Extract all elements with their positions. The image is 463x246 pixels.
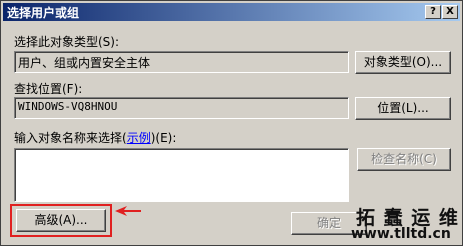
highlight-box — [10, 204, 112, 237]
location-value: WINDOWS-VQ8HNOU — [18, 100, 118, 113]
object-names-label-prefix: 输入对象名称来选择( — [14, 131, 127, 145]
check-names-button[interactable]: 检查名称(C) — [357, 148, 451, 171]
object-names-label-suffix: )(E): — [150, 131, 177, 145]
help-button[interactable]: ? — [425, 5, 441, 19]
object-types-label: 选择此对象类型(S): — [14, 35, 120, 49]
object-types-button[interactable]: 对象类型(O)... — [355, 51, 451, 74]
watermark-url: www.tlltd.cn — [351, 226, 451, 242]
object-types-field: 用户、组或内置安全主体 — [14, 51, 349, 73]
object-types-value: 用户、组或内置安全主体 — [18, 56, 151, 70]
close-button[interactable]: X — [442, 5, 458, 19]
title-bar: 选择用户或组 ? X — [3, 3, 460, 21]
examples-link[interactable]: 示例 — [127, 131, 151, 145]
location-field: WINDOWS-VQ8HNOU — [14, 97, 349, 119]
annotation-arrow-icon — [115, 206, 141, 216]
object-names-input[interactable] — [14, 148, 349, 202]
location-label: 查找位置(F): — [14, 82, 83, 96]
object-names-label: 输入对象名称来选择(示例)(E): — [14, 129, 176, 146]
location-button[interactable]: 位置(L)... — [355, 97, 451, 120]
select-users-or-groups-dialog: 选择用户或组 ? X 选择此对象类型(S): 用户、组或内置安全主体 对象类型(… — [0, 0, 463, 246]
window-title: 选择用户或组 — [7, 6, 80, 20]
